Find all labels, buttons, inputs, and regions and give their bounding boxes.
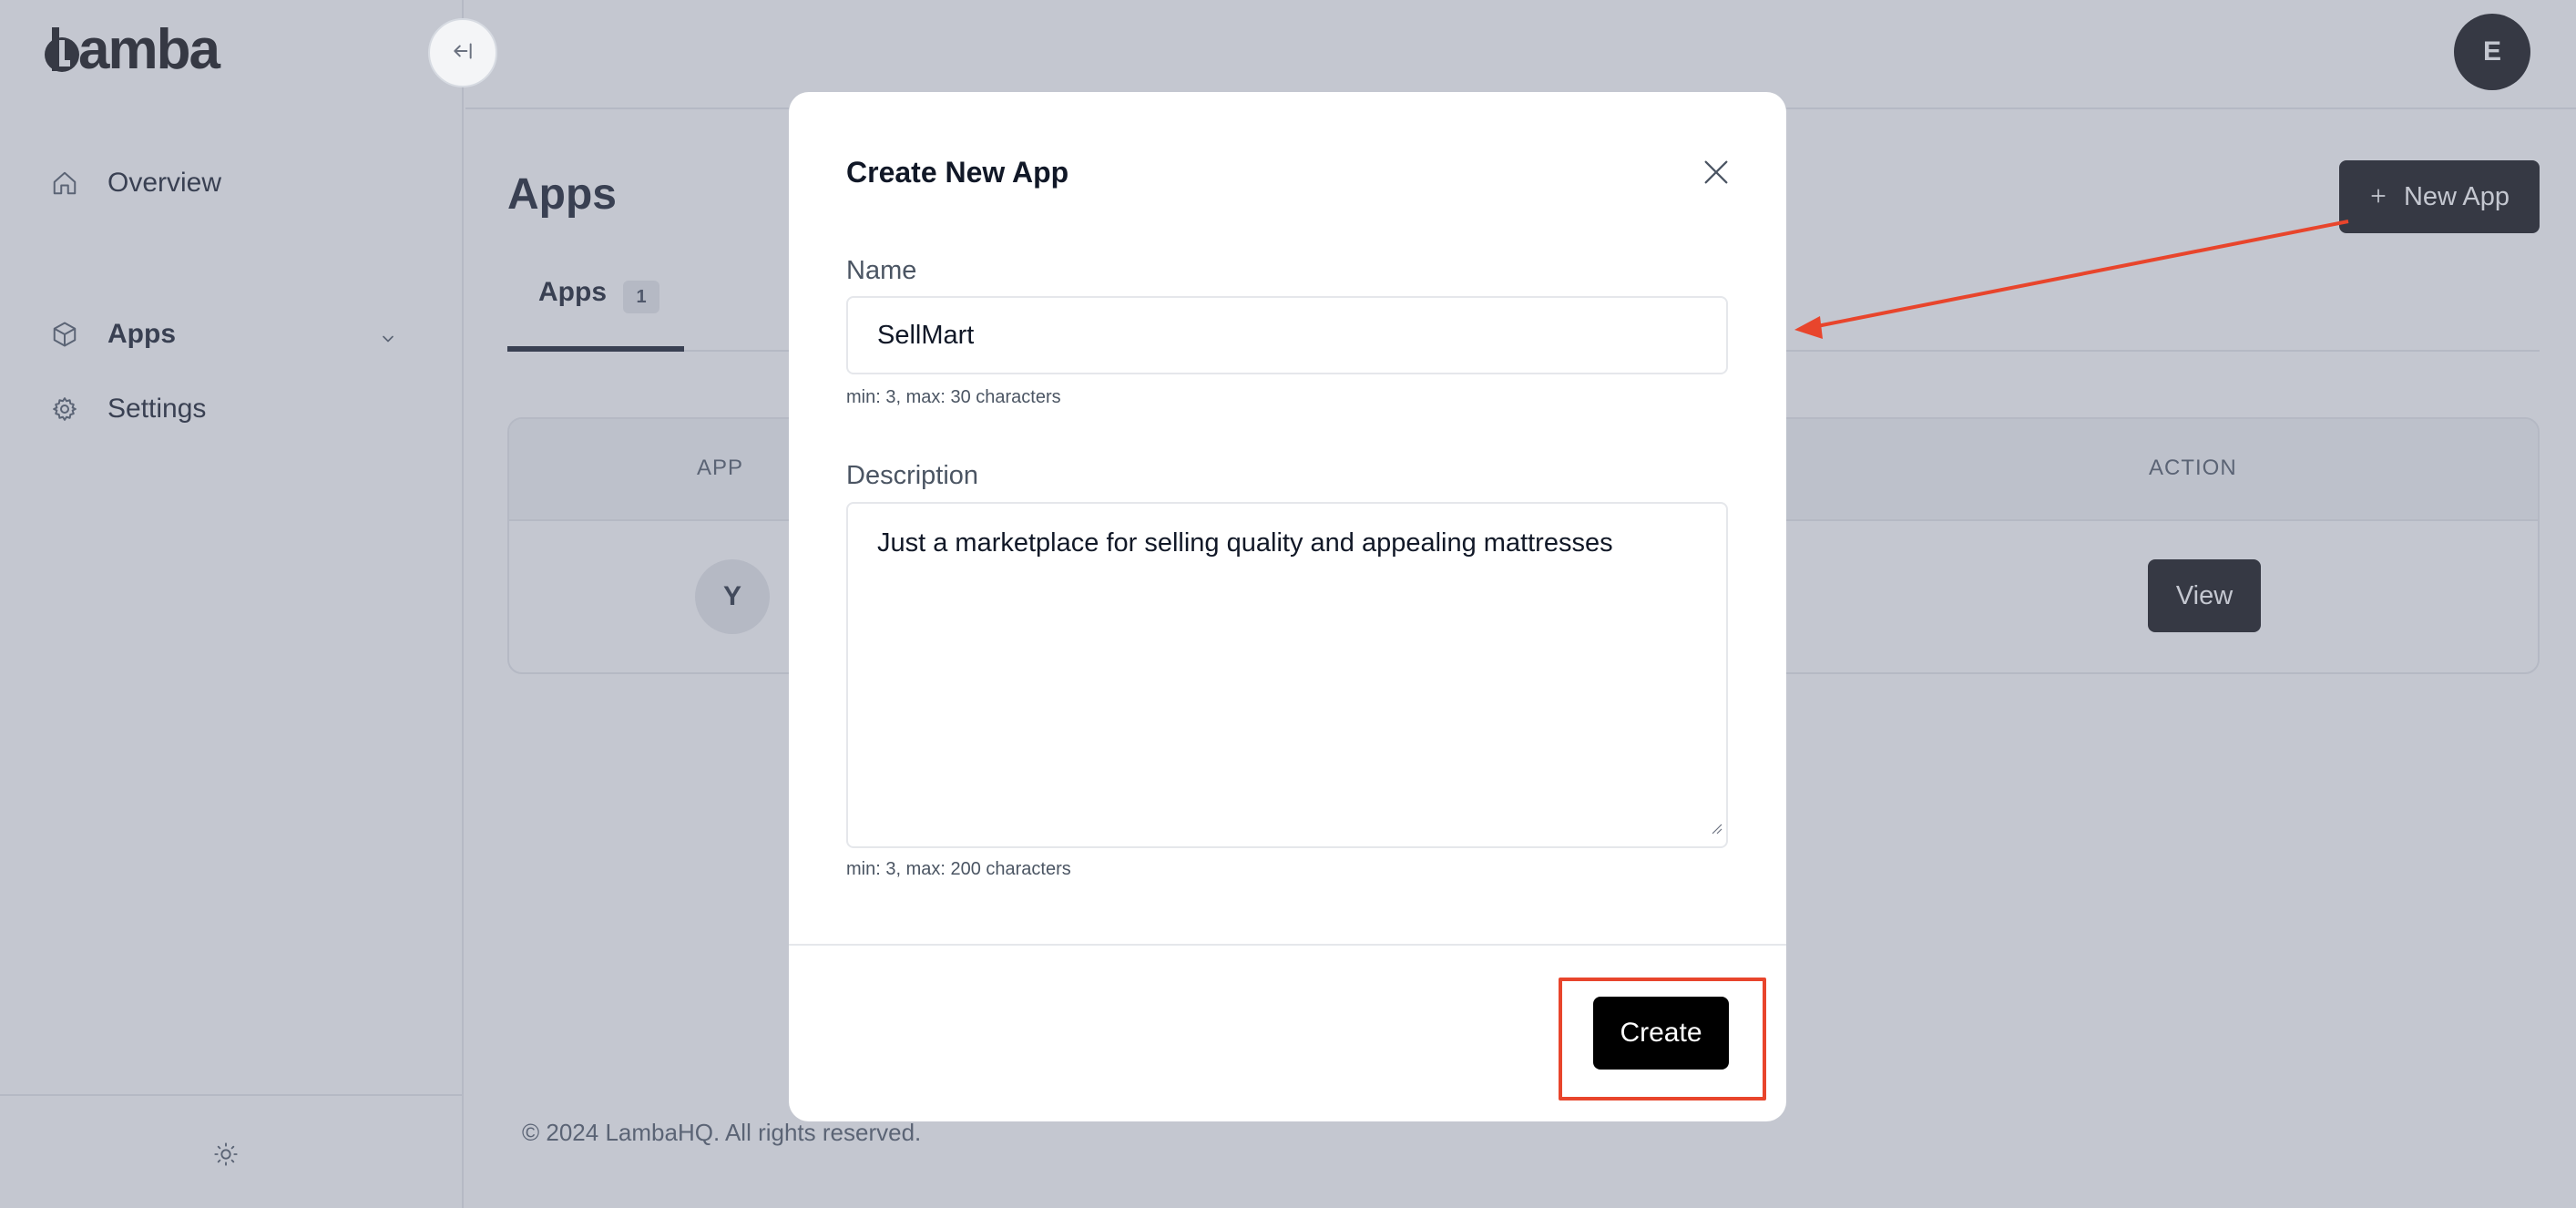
- description-label: Description: [846, 461, 979, 490]
- modal-divider: [789, 944, 1786, 946]
- name-input[interactable]: SellMart: [846, 296, 1728, 374]
- name-hint: min: 3, max: 30 characters: [846, 387, 1061, 407]
- close-icon[interactable]: [1698, 154, 1734, 190]
- name-label: Name: [846, 256, 917, 285]
- annotation-highlight-box: [1559, 978, 1766, 1101]
- modal-title: Create New App: [846, 156, 1069, 189]
- description-hint: min: 3, max: 200 characters: [846, 859, 1071, 879]
- collapse-arrow-icon: [451, 39, 475, 67]
- name-input-value: SellMart: [877, 320, 975, 350]
- description-textarea[interactable]: Just a marketplace for selling quality a…: [846, 502, 1728, 848]
- collapse-sidebar-button[interactable]: [428, 18, 497, 87]
- description-value: Just a marketplace for selling quality a…: [877, 528, 1613, 558]
- resize-handle-icon[interactable]: [1710, 811, 1722, 843]
- create-app-modal: Create New App Name SellMart min: 3, max…: [789, 92, 1786, 1121]
